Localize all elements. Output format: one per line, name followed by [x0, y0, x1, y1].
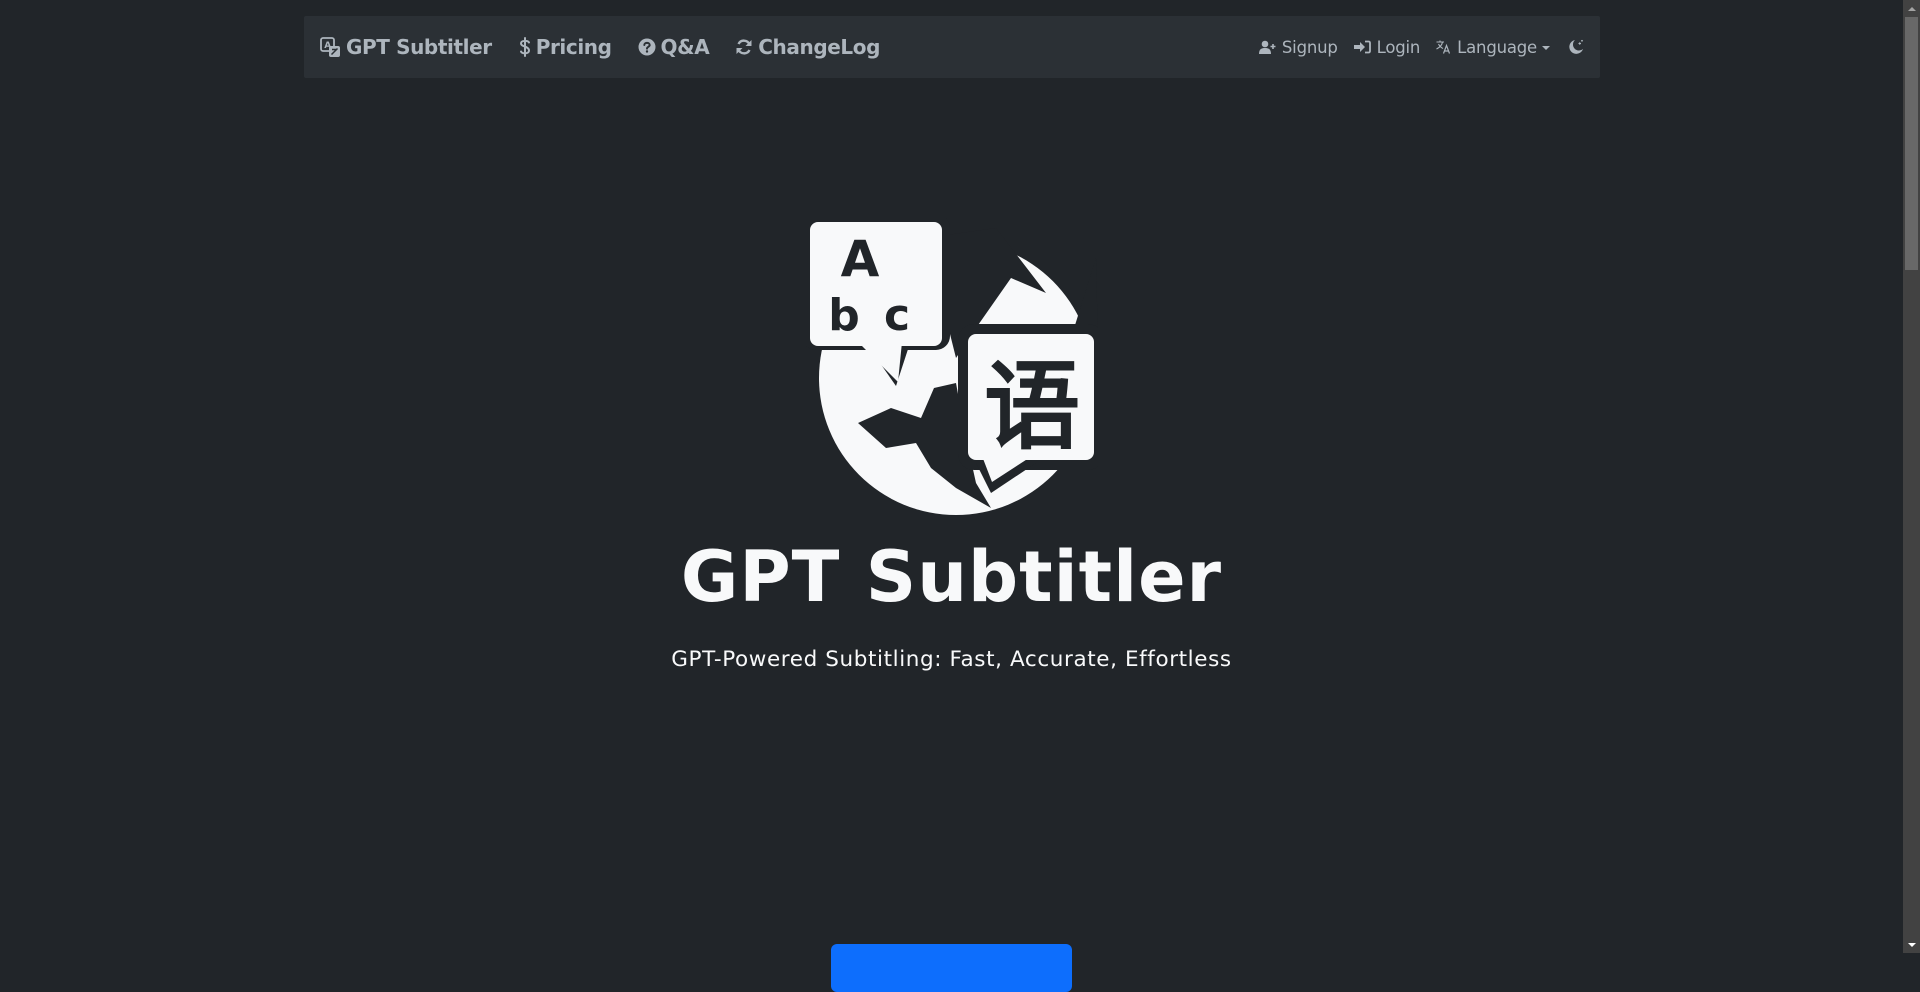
bubble-letter-c: c — [884, 290, 910, 341]
navbar: A GPT Subtitler Pricing Q&A ChangeLog Si… — [304, 16, 1600, 78]
hero-title: GPT Subtitler — [680, 536, 1223, 618]
triangle-down-icon — [1907, 942, 1916, 947]
nav-right: Signup Login Language — [1243, 38, 1584, 57]
language-label: Language — [1457, 37, 1537, 57]
nav-signup-label: Signup — [1281, 37, 1338, 57]
user-plus-icon — [1258, 40, 1276, 54]
chevron-down-icon — [1542, 46, 1550, 50]
nav-qa-label: Q&A — [660, 35, 710, 59]
refresh-icon — [735, 38, 753, 56]
language-dropdown[interactable]: Language — [1436, 38, 1550, 57]
scroll-up-arrow[interactable] — [1903, 0, 1920, 17]
primary-cta-button[interactable] — [831, 944, 1072, 992]
nav-pricing[interactable]: Pricing — [519, 35, 612, 59]
sign-in-icon — [1353, 40, 1371, 54]
scrollbar-thumb[interactable] — [1905, 17, 1918, 270]
nav-changelog-label: ChangeLog — [758, 35, 881, 59]
triangle-up-icon — [1907, 6, 1916, 11]
bubble-letter-b: b — [828, 290, 860, 341]
translate-icon — [1436, 40, 1451, 54]
dollar-icon — [519, 37, 531, 57]
brand-link[interactable]: A GPT Subtitler — [320, 35, 492, 59]
theme-toggle-button[interactable] — [1568, 39, 1584, 55]
bubble-chinese-char: 语 — [984, 351, 1080, 463]
globe-translation-logo: A b c 语 — [802, 214, 1104, 518]
hero-subtitle: GPT-Powered Subtitling: Fast, Accurate, … — [671, 647, 1232, 672]
scroll-down-arrow[interactable] — [1903, 936, 1920, 953]
nav-changelog[interactable]: ChangeLog — [735, 35, 880, 59]
chinese-speech-bubble: 语 — [968, 334, 1094, 482]
nav-signup[interactable]: Signup — [1258, 37, 1338, 57]
brand-label: GPT Subtitler — [346, 35, 492, 59]
nav-login[interactable]: Login — [1353, 37, 1421, 57]
bubble-letter-a: A — [841, 230, 880, 288]
nav-left: A GPT Subtitler Pricing Q&A ChangeLog — [320, 35, 906, 59]
moon-stars-icon — [1568, 39, 1584, 55]
nav-qa[interactable]: Q&A — [638, 35, 710, 59]
translate-box-icon: A — [320, 36, 341, 58]
page-scrollbar[interactable] — [1903, 0, 1920, 953]
nav-pricing-label: Pricing — [535, 35, 612, 59]
question-circle-icon — [638, 38, 656, 56]
nav-login-label: Login — [1376, 37, 1421, 57]
